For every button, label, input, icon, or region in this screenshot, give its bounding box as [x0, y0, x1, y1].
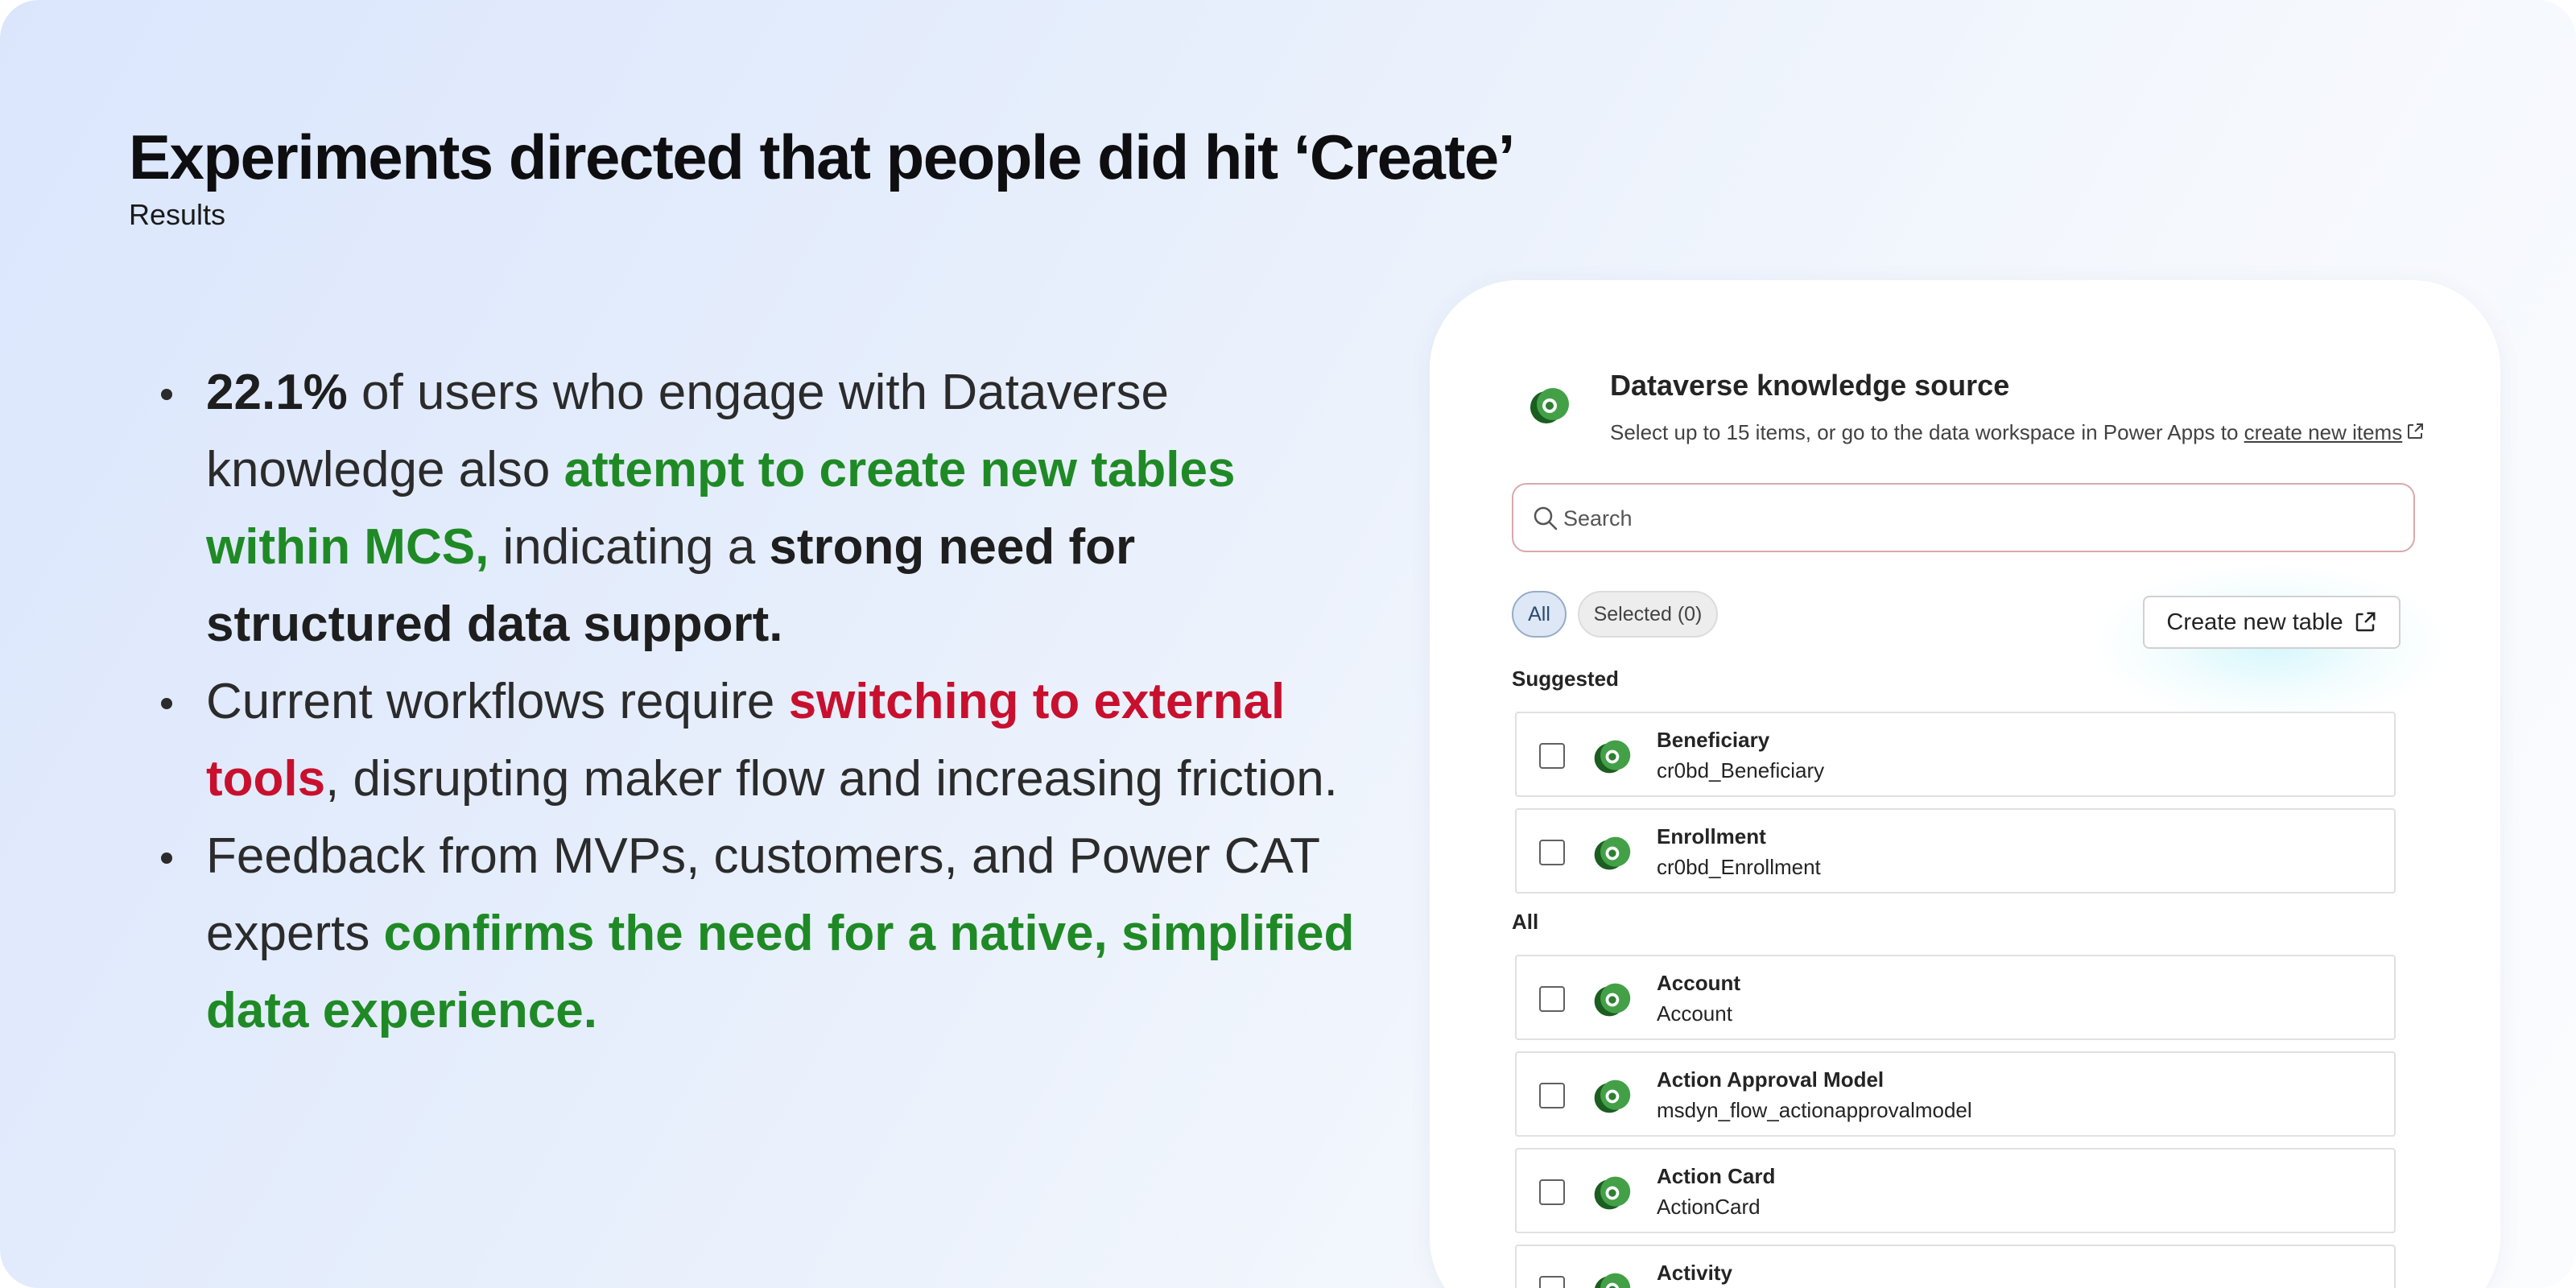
table-name: Action Approval Model — [1657, 1067, 1885, 1092]
table-logical-name: cr0bd_Beneficiary — [1657, 758, 1825, 782]
bullet-segment: Current workflows require — [206, 674, 789, 729]
table-name: Activity — [1657, 1261, 1732, 1285]
bullet-segment: indicating a — [489, 519, 770, 575]
table-logical-name: ActionCard — [1657, 1195, 1761, 1219]
results-bullet-list: 22.1% of users who engage with Dataverse… — [161, 354, 1368, 1050]
search-box[interactable] — [1512, 483, 2415, 552]
row-checkbox[interactable] — [1539, 743, 1565, 769]
row-checkbox[interactable] — [1539, 840, 1565, 865]
bullet-item: Current workflows require switching to e… — [161, 663, 1368, 818]
table-list-item[interactable]: Account Account — [1515, 955, 2396, 1040]
table-logical-name: cr0bd_Enrollment — [1657, 855, 1821, 879]
panel-description: Select up to 15 items, or go to the data… — [1610, 420, 2425, 445]
table-list-item[interactable]: Action Approval Model msdyn_flow_actiona… — [1515, 1051, 2396, 1137]
table-name: Beneficiary — [1657, 728, 1770, 752]
table-logical-name: msdyn_flow_actionapprovalmodel — [1657, 1098, 1972, 1122]
dataverse-table-icon — [1595, 1273, 1631, 1288]
table-name: Action Card — [1657, 1164, 1776, 1188]
external-link-icon — [2355, 612, 2376, 632]
table-name: Enrollment — [1657, 824, 1766, 848]
slide-subtitle: Results — [129, 198, 226, 231]
bullet-segment: , disrupting maker flow and increasing f… — [325, 751, 1338, 807]
row-checkbox[interactable] — [1539, 986, 1565, 1012]
dataverse-table-icon — [1594, 983, 1631, 1017]
dataverse-table-icon — [1594, 740, 1631, 774]
bullet-item: 22.1% of users who engage with Dataverse… — [161, 354, 1368, 663]
dataverse-table-icon — [1594, 836, 1631, 870]
suggested-section-label: Suggested — [1512, 667, 1619, 691]
create-new-table-label: Create new table — [2166, 609, 2343, 635]
table-list-item[interactable]: Action Card ActionCard — [1515, 1148, 2396, 1233]
table-list-item[interactable]: Activity — [1515, 1245, 2396, 1288]
dataverse-table-icon — [1594, 1176, 1631, 1210]
panel-title: Dataverse knowledge source — [1610, 369, 2010, 402]
table-logical-name: Account — [1657, 1001, 1732, 1026]
slide-title: Experiments directed that people did hit… — [129, 122, 1515, 192]
dataverse-table-icon — [1594, 1080, 1631, 1113]
create-new-table-button[interactable]: Create new table — [2143, 596, 2401, 649]
table-list-item[interactable]: Beneficiary cr0bd_Beneficiary — [1515, 712, 2396, 797]
panel-description-text: Select up to 15 items, or go to the data… — [1610, 420, 2244, 444]
create-new-items-link[interactable]: create new items — [2244, 420, 2403, 444]
table-list-item[interactable]: Enrollment cr0bd_Enrollment — [1515, 808, 2396, 894]
search-icon — [1534, 506, 1558, 530]
slide-background: Experiments directed that people did hit… — [0, 0, 2576, 1288]
row-checkbox[interactable] — [1539, 1083, 1565, 1108]
bullet-segment: 22.1% — [206, 365, 348, 420]
filter-selected-pill[interactable]: Selected (0) — [1578, 591, 1718, 638]
table-name: Account — [1657, 971, 1740, 995]
row-checkbox[interactable] — [1539, 1179, 1565, 1205]
dataverse-logo-icon — [1530, 388, 1569, 423]
bullet-item: Feedback from MVPs, customers, and Power… — [161, 818, 1368, 1050]
all-section-label: All — [1512, 910, 1539, 934]
external-link-icon — [2408, 423, 2424, 439]
search-input[interactable] — [1563, 501, 2368, 536]
row-checkbox[interactable] — [1539, 1276, 1565, 1288]
filter-all-pill[interactable]: All — [1512, 591, 1567, 638]
